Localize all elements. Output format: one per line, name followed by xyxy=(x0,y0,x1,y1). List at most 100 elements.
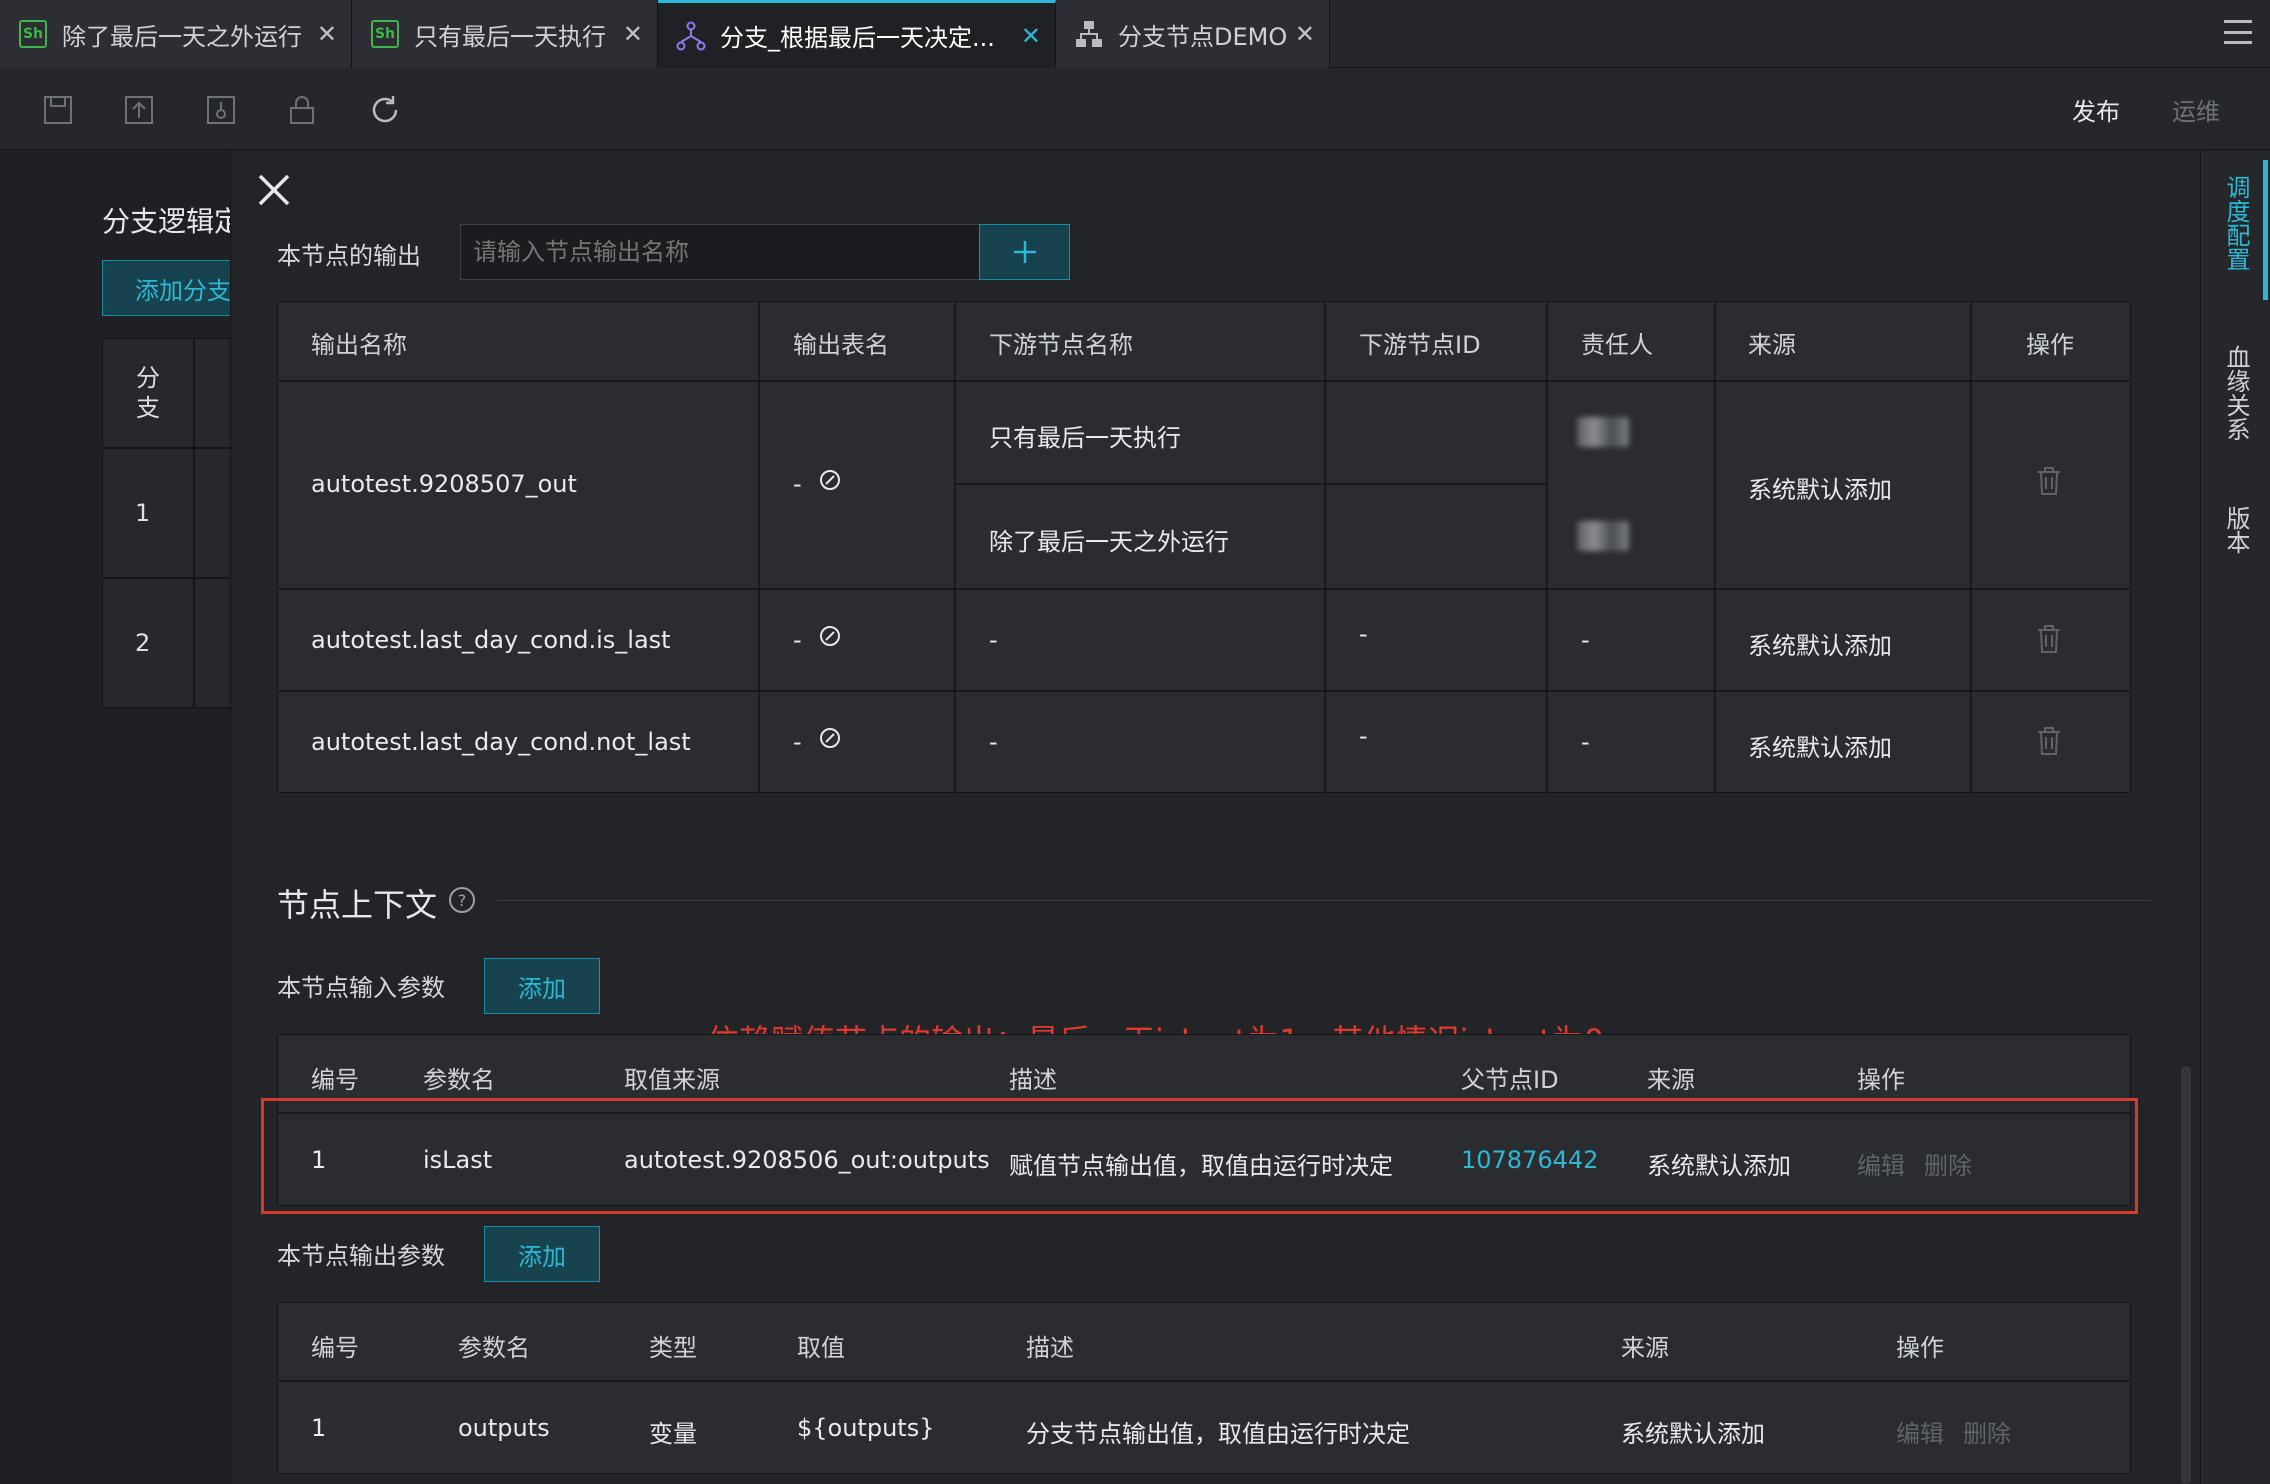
output-table-name: - xyxy=(793,626,802,654)
param-description: 分支节点输出值，取值由运行时决定 xyxy=(1026,1420,1410,1448)
help-icon[interactable]: ? xyxy=(448,886,476,918)
edit-icon[interactable] xyxy=(818,624,842,654)
output-name: autotest.last_day_cond.is_last xyxy=(311,626,671,654)
close-icon[interactable]: ✕ xyxy=(1295,20,1315,48)
divider xyxy=(1546,301,1548,793)
output-name: autotest.last_day_cond.not_last xyxy=(311,728,691,756)
refresh-icon[interactable] xyxy=(367,92,403,128)
add-input-param-button[interactable]: 添加 xyxy=(484,958,600,1014)
save-icon[interactable] xyxy=(40,92,76,128)
downstream-name: 除了最后一天之外运行 xyxy=(989,528,1229,556)
output-table-name: - xyxy=(793,728,802,756)
lock-icon[interactable] xyxy=(284,92,320,128)
branch-column-header: 分 支 xyxy=(102,338,194,448)
active-indicator xyxy=(2263,160,2268,300)
col-source: 来源 xyxy=(1748,331,1796,359)
col-actions: 操作 xyxy=(1857,1066,1905,1094)
source-text: 系统默认添加 xyxy=(1748,632,1892,660)
add-output-param-button[interactable]: 添加 xyxy=(484,1226,600,1282)
toolbar: 发布 运维 xyxy=(0,68,2270,150)
col-actions: 操作 xyxy=(1896,1334,1944,1362)
close-icon[interactable]: ✕ xyxy=(317,20,337,48)
tab-label: 只有最后一天执行 xyxy=(414,22,606,51)
col-owner: 责任人 xyxy=(1581,331,1653,359)
downstream-name: 只有最后一天执行 xyxy=(989,424,1181,452)
plus-icon xyxy=(1013,241,1036,263)
col-value-source: 取值来源 xyxy=(624,1066,720,1094)
delete-link[interactable]: 删除 xyxy=(1963,1414,2011,1449)
tab-label: 分支_根据最后一天决定... xyxy=(720,24,995,52)
shell-icon: Sh xyxy=(370,19,400,49)
col-source: 来源 xyxy=(1621,1334,1669,1362)
branch-icon xyxy=(676,21,706,51)
source-text: 系统默认添加 xyxy=(1748,734,1892,762)
divider xyxy=(277,588,2131,590)
add-output-button[interactable] xyxy=(979,224,1070,280)
col-source: 来源 xyxy=(1647,1066,1695,1094)
owner-avatar-blurred xyxy=(1577,521,1629,551)
edit-icon[interactable] xyxy=(818,468,842,498)
close-drawer-icon[interactable] xyxy=(254,170,294,210)
param-type: 变量 xyxy=(649,1420,697,1448)
node-output-label: 本节点的输出 xyxy=(277,242,421,270)
col-value: 取值 xyxy=(797,1334,845,1362)
tab-branch-last-day[interactable]: 分支_根据最后一天决定... ✕ xyxy=(658,0,1056,68)
branch-logic-panel: 分支逻辑定 添加分支 分 支 1 2 xyxy=(0,150,262,1484)
highlight-box xyxy=(261,1098,2138,1214)
branch-row-2: 2 xyxy=(102,578,194,708)
delete-icon[interactable] xyxy=(2036,726,2062,762)
table-cell xyxy=(194,448,234,578)
ops-button[interactable]: 运维 xyxy=(2172,92,2220,127)
downstream-id: - xyxy=(1359,620,1368,648)
branch-logic-title: 分支逻辑定 xyxy=(102,205,243,238)
param-name: outputs xyxy=(458,1414,550,1442)
steal-lock-icon[interactable] xyxy=(203,92,239,128)
tab-bar: Sh 除了最后一天之外运行 ✕ Sh 只有最后一天执行 ✕ 分支_根据最后一天决… xyxy=(0,0,2270,68)
divider xyxy=(277,690,2131,692)
output-params-label: 本节点输出参数 xyxy=(277,1242,445,1270)
col-downstream-id: 下游节点ID xyxy=(1359,331,1481,359)
col-parent-id: 父节点ID xyxy=(1461,1066,1559,1094)
divider xyxy=(1324,301,1326,793)
table-cell xyxy=(194,578,234,708)
divider xyxy=(1714,301,1716,793)
rail-version[interactable]: 版本 xyxy=(2201,500,2270,560)
rail-schedule-config[interactable]: 调度配置 xyxy=(2201,168,2270,278)
downstream-id: - xyxy=(1359,722,1368,750)
owner: - xyxy=(1581,728,1590,756)
output-name: autotest.9208507_out xyxy=(311,470,577,498)
delete-icon[interactable] xyxy=(2036,624,2062,660)
param-value: ${outputs} xyxy=(797,1414,935,1442)
node-output-input[interactable] xyxy=(460,224,980,280)
col-actions: 操作 xyxy=(2026,331,2074,359)
divider xyxy=(277,1380,2131,1382)
close-icon[interactable]: ✕ xyxy=(623,20,643,48)
tab-branch-demo[interactable]: 分支节点DEMO ✕ xyxy=(1056,0,1330,68)
owner: - xyxy=(1581,626,1590,654)
publish-button[interactable]: 发布 xyxy=(2072,92,2120,127)
branch-row-1: 1 xyxy=(102,448,194,578)
scrollbar[interactable] xyxy=(2181,1066,2191,1484)
divider xyxy=(758,301,760,793)
edit-link[interactable]: 编辑 xyxy=(1896,1414,1944,1449)
col-param-name: 参数名 xyxy=(458,1334,530,1362)
submit-icon[interactable] xyxy=(121,92,157,128)
tab-except-last-day[interactable]: Sh 除了最后一天之外运行 ✕ xyxy=(0,0,352,68)
col-description: 描述 xyxy=(1009,1066,1057,1094)
source-text: 系统默认添加 xyxy=(1748,476,1892,504)
downstream-name: - xyxy=(989,626,998,654)
col-type: 类型 xyxy=(649,1334,697,1362)
delete-icon[interactable] xyxy=(2036,466,2062,502)
node-context-title: 节点上下文 xyxy=(277,886,438,924)
edit-icon[interactable] xyxy=(818,726,842,756)
right-rail: 调度配置 血缘关系 版本 xyxy=(2200,150,2270,1484)
table-cell xyxy=(194,338,234,448)
close-icon[interactable]: ✕ xyxy=(1021,22,1041,50)
tab-label: 分支节点DEMO xyxy=(1118,22,1288,51)
rail-lineage[interactable]: 血缘关系 xyxy=(2201,338,2270,448)
menu-icon[interactable] xyxy=(2224,20,2252,44)
tab-only-last-day[interactable]: Sh 只有最后一天执行 ✕ xyxy=(352,0,658,68)
col-output-name: 输出名称 xyxy=(311,331,407,359)
input-params-label: 本节点输入参数 xyxy=(277,974,445,1002)
owner-avatar-blurred xyxy=(1577,417,1629,447)
